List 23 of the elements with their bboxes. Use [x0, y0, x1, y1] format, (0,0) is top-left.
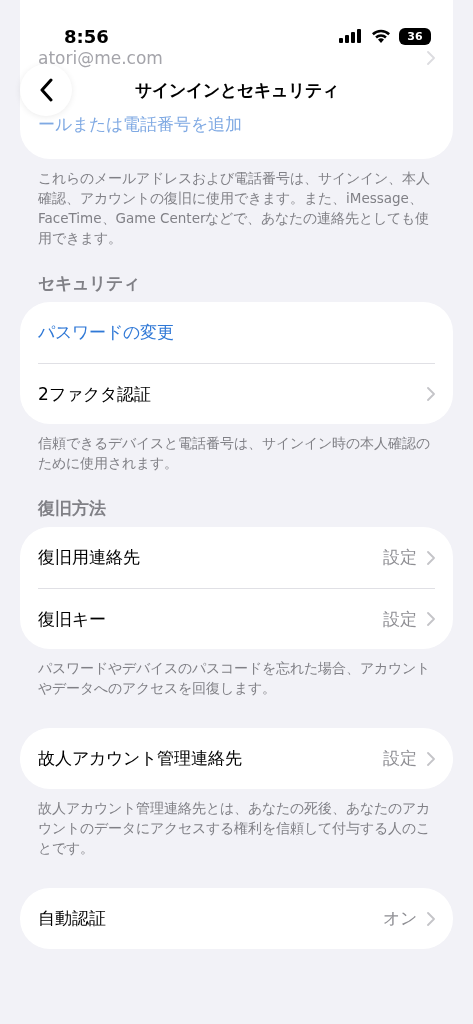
- row-value: 設定: [383, 546, 417, 569]
- row-label: 2ファクタ認証: [38, 382, 152, 406]
- row-label: 復旧用連絡先: [38, 546, 141, 569]
- row-label: 復旧キー: [38, 607, 107, 631]
- link-text[interactable]: パスワードの変更: [38, 321, 435, 344]
- footer-text: パスワードやデバイスのパスコードを忘れた場合、アカウントやデータへのアクセスを回復します。: [37, 659, 431, 698]
- signal-icon: [339, 29, 363, 43]
- status-time: 8:56: [64, 25, 109, 47]
- link-text[interactable]: ールまたは電話番号を追加: [38, 113, 435, 136]
- row-value: オン: [383, 907, 417, 930]
- back-chevron-icon: [39, 78, 53, 102]
- row-label: 故人アカウント管理連絡先: [38, 747, 243, 770]
- nav-title: サインインとセキュリティ: [134, 78, 339, 102]
- footer-text: これらのメールアドレスおよび電話番号は、サインイン、本人確認、アカウントの復旧に使用できます。また、iMessage、FaceTime、Game Centerなどで、あなたの連絡先としても使用できます。: [37, 169, 431, 248]
- row-label: atori@me.com: [38, 47, 164, 68]
- footer-text: 信頼できるデバイスと電話番号は、サインイン時の本人確認のために使用されます。: [37, 434, 431, 473]
- section-header: セキュリティ: [37, 272, 141, 294]
- wifi-icon: [371, 29, 391, 43]
- section-header: 復旧方法: [37, 497, 107, 519]
- row-value: 設定: [383, 747, 417, 770]
- footer-text: 故人アカウント管理連絡先とは、あなたの死後、あなたのアカウントのデータにアクセスする権利を信頼して付与する人のことです。: [37, 799, 431, 858]
- row-value: 設定: [383, 607, 417, 631]
- row-label: 自動認証: [38, 907, 107, 930]
